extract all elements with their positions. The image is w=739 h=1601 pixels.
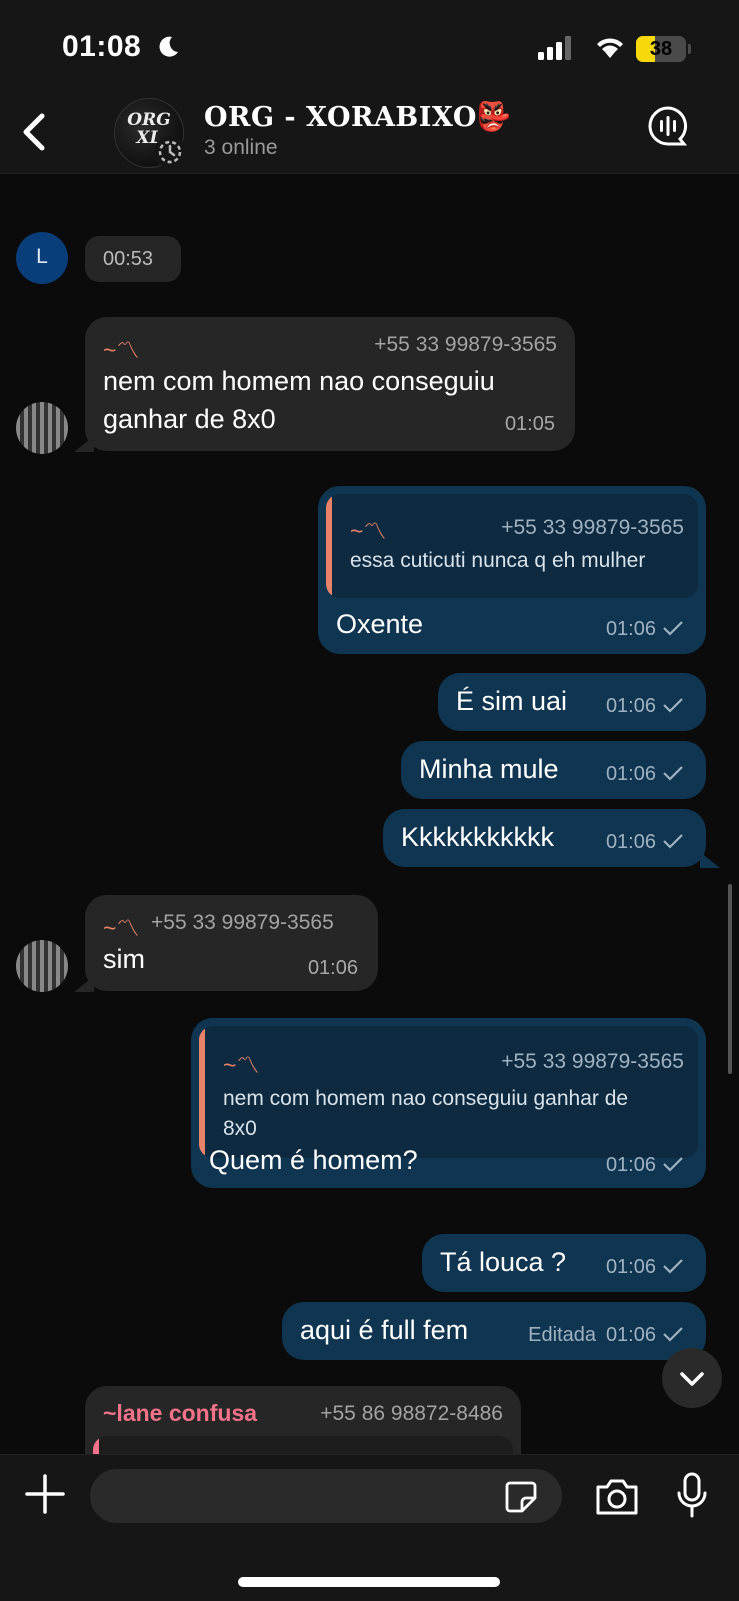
quote-bar <box>199 1026 205 1158</box>
group-name[interactable]: ORG - XORABIXO <box>204 102 477 133</box>
sender-name[interactable]: ~lane confusa <box>103 1400 257 1427</box>
bubble-tail <box>74 976 94 992</box>
message-text: aqui é full fem <box>300 1315 469 1345</box>
message-bubble-m5[interactable]: Kkkkkkkkkkk 01:06 <box>383 809 706 867</box>
quote-text: essa cuticuti nunca q eh mulher <box>350 549 646 572</box>
message-text: É sim uai <box>456 686 568 716</box>
quote-sender: ~〽 <box>223 1052 260 1078</box>
sender-avatar[interactable] <box>16 402 68 454</box>
quoted-message[interactable]: ~〽 +55 33 99879-3565 nem com homem nao c… <box>199 1026 698 1158</box>
moon-icon <box>159 36 178 57</box>
sender-name[interactable]: ~〽 <box>103 331 139 365</box>
check-icon <box>663 1259 683 1274</box>
message-bubble-m4[interactable]: Minha mule 01:06 <box>401 741 706 799</box>
message-bubble-m9[interactable]: aqui é full fem Editada 01:06 <box>282 1302 706 1360</box>
message-time: 01:06 <box>605 618 656 640</box>
quote-phone: +55 33 99879-3565 <box>501 1050 684 1073</box>
sender-name[interactable]: ~〽 <box>103 909 139 943</box>
message-text: Quem é homem? <box>209 1145 418 1175</box>
message-bubble-m6[interactable]: ~〽 +55 33 99879-3565 sim 01:06 <box>85 895 378 991</box>
message-time: 00:53 <box>103 248 154 270</box>
quote-bar <box>326 494 332 598</box>
wifi-icon <box>597 38 623 58</box>
status-bar: 01:08 38 <box>0 0 739 95</box>
sticker-icon[interactable] <box>504 1480 538 1514</box>
message-bubble-m10[interactable]: ~lane confusa +55 86 98872-8486 <box>85 1386 521 1454</box>
microphone-icon[interactable] <box>676 1471 708 1519</box>
battery-indicator: 38 <box>636 36 686 62</box>
edited-label: Editada <box>528 1324 596 1346</box>
check-icon <box>663 698 683 713</box>
message-text-line2: ganhar de 8x0 <box>103 404 276 434</box>
message-text: Oxente <box>336 609 424 639</box>
sender-phone[interactable]: +55 33 99879-3565 <box>374 333 557 357</box>
group-emoji: 👺 <box>476 101 511 132</box>
bubble-tail <box>700 852 720 868</box>
message-bubble-m8[interactable]: Tá louca ? 01:06 <box>422 1234 706 1292</box>
sender-phone[interactable]: +55 86 98872-8486 <box>320 1402 503 1426</box>
signal-icon <box>538 36 571 60</box>
camera-icon[interactable] <box>594 1477 640 1517</box>
message-text-line1: nem com homem nao conseguiu <box>103 366 495 396</box>
online-status: 3 online <box>204 136 278 159</box>
home-indicator <box>238 1577 500 1587</box>
quote-phone: +55 33 99879-3565 <box>501 516 684 539</box>
battery-level: 38 <box>649 38 673 60</box>
message-text: sim <box>103 944 145 974</box>
quote-bar <box>93 1436 99 1454</box>
avatar-letter: L <box>36 245 48 268</box>
message-bubble-m1[interactable]: ~〽 +55 33 99879-3565 nem com homem nao c… <box>85 317 575 451</box>
quote-text-line2: 8x0 <box>223 1117 257 1140</box>
message-time: 01:06 <box>605 763 656 785</box>
check-icon <box>663 621 683 636</box>
message-time: 01:06 <box>605 831 656 853</box>
composer-bar <box>0 1454 739 1601</box>
message-input[interactable] <box>90 1469 562 1523</box>
disappearing-timer-icon <box>154 136 186 168</box>
message-list[interactable]: L 00:53 ~〽 +55 33 99879-3565 nem com hom… <box>0 174 739 1454</box>
message-text: Tá louca ? <box>440 1247 567 1277</box>
quote-text-line1: nem com homem nao conseguiu ganhar de <box>223 1087 629 1110</box>
check-icon <box>663 1327 683 1342</box>
check-icon <box>663 834 683 849</box>
check-icon <box>663 1157 683 1172</box>
sender-avatar[interactable] <box>16 940 68 992</box>
message-bubble-m3[interactable]: É sim uai 01:06 <box>438 673 706 731</box>
quoted-message[interactable]: ~〽 +55 33 99879-3565 essa cuticuti nunca… <box>326 494 698 598</box>
message-time: 01:06 <box>605 695 656 717</box>
scrollbar[interactable] <box>728 884 732 1074</box>
quote-sender: ~〽 <box>350 518 387 544</box>
scroll-down-button[interactable] <box>662 1348 722 1408</box>
message-time: 01:05 <box>504 413 555 435</box>
voice-chat-icon[interactable] <box>646 104 690 148</box>
avatar-l[interactable]: L <box>16 232 68 284</box>
chevron-left-icon[interactable] <box>14 108 54 156</box>
message-text: Minha mule <box>419 754 559 784</box>
message-bubble-m2[interactable]: ~〽 +55 33 99879-3565 essa cuticuti nunca… <box>318 486 706 654</box>
message-bubble-m7[interactable]: ~〽 +55 33 99879-3565 nem com homem nao c… <box>191 1018 706 1188</box>
message-text: Kkkkkkkkkkk <box>401 822 555 852</box>
message-time: 01:06 <box>605 1324 656 1346</box>
check-icon <box>663 766 683 781</box>
message-time: 01:06 <box>307 957 358 979</box>
quoted-message[interactable] <box>93 1436 513 1454</box>
chevron-down-icon <box>680 1372 704 1386</box>
message-time: 01:06 <box>605 1256 656 1278</box>
battery-tip <box>688 44 691 54</box>
message-time: 01:06 <box>605 1154 656 1176</box>
message-bubble-m0[interactable]: 00:53 <box>85 236 181 282</box>
plus-icon[interactable] <box>22 1471 68 1517</box>
sender-phone[interactable]: +55 33 99879-3565 <box>151 911 334 935</box>
clock: 01:08 <box>62 30 142 63</box>
